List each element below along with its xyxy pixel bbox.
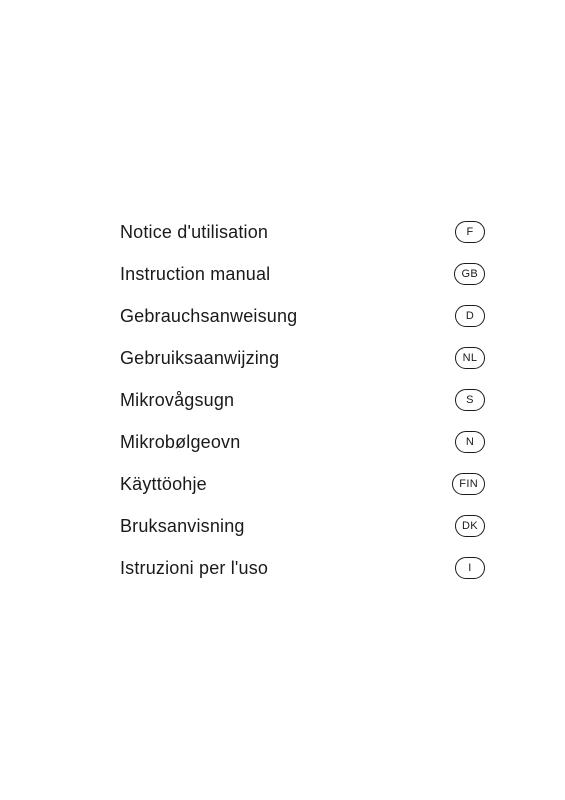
manual-label: Gebruiksaanwijzing [120,348,279,369]
language-badge: GB [454,263,485,285]
language-badge: FIN [452,473,485,495]
language-badge: N [455,431,485,453]
manual-row: Mikrovågsugn S [120,379,485,421]
manual-list: Notice d'utilisation F Instruction manual G… [0,211,565,589]
manual-row: Käyttöohje FIN [120,463,485,505]
language-badge: I [455,557,485,579]
language-badge: S [455,389,485,411]
language-badge: NL [455,347,485,369]
language-badge: DK [455,515,485,537]
manual-row: Gebruiksaanwijzing NL [120,337,485,379]
manual-label: Käyttöohje [120,474,207,495]
manual-label: Notice d'utilisation [120,222,268,243]
manual-row: Istruzioni per l'uso I [120,547,485,589]
manual-label: Bruksanvisning [120,516,245,537]
manual-row: Mikrobølgeovn N [120,421,485,463]
manual-row: Notice d'utilisation F [120,211,485,253]
manual-label: Mikrobølgeovn [120,432,240,453]
manual-row: Gebrauchsanweisung D [120,295,485,337]
manual-label: Instruction manual [120,264,270,285]
manual-label: Gebrauchsanweisung [120,306,297,327]
language-badge: F [455,221,485,243]
manual-row: Bruksanvisning DK [120,505,485,547]
manual-label: Mikrovågsugn [120,390,234,411]
manual-label: Istruzioni per l'uso [120,558,268,579]
manual-row: Instruction manual GB [120,253,485,295]
language-badge: D [455,305,485,327]
